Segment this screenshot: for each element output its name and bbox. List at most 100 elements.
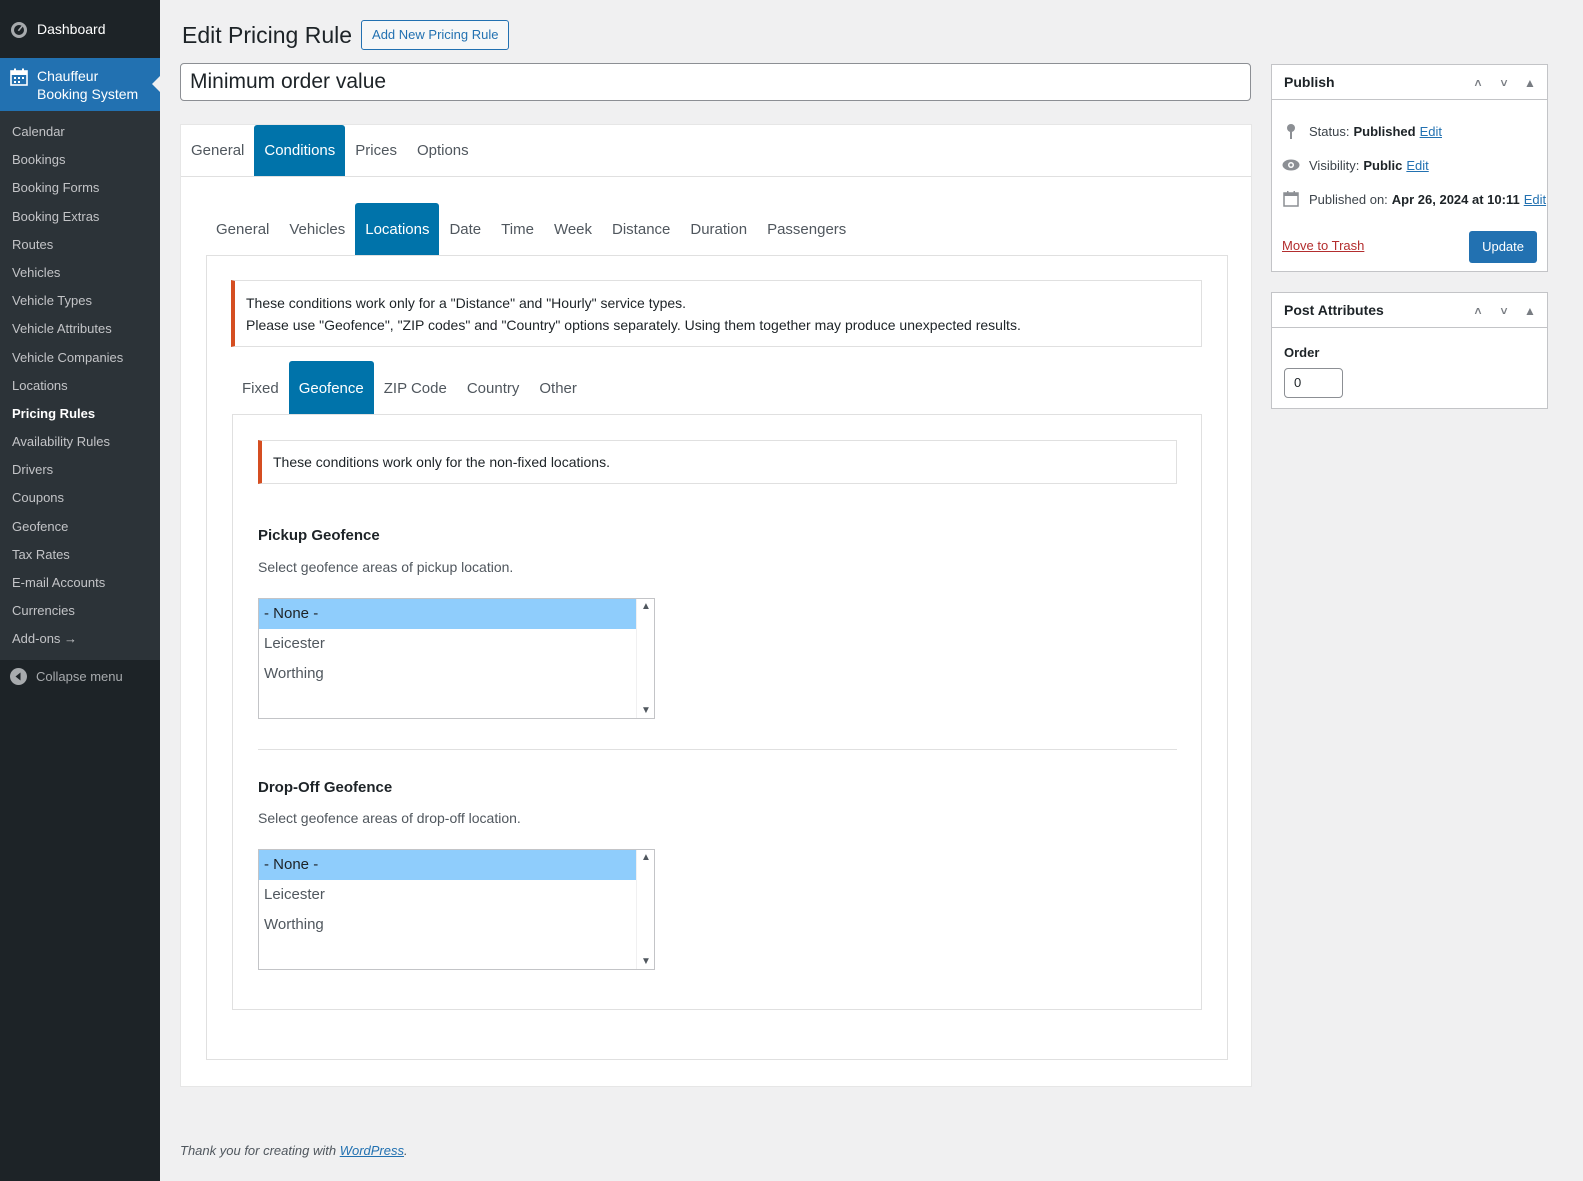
move-up-icon[interactable]: ˄ — [1465, 304, 1491, 318]
wordpress-link[interactable]: WordPress — [340, 1143, 404, 1158]
current-menu-arrow — [152, 76, 160, 92]
submenu-calendar[interactable]: Calendar — [0, 118, 160, 146]
notice-line-2: Please use "Geofence", "ZIP codes" and "… — [246, 317, 1021, 333]
dropoff-scrollbar[interactable]: ▲ ▼ — [636, 850, 654, 969]
submenu-coupons[interactable]: Coupons — [0, 484, 160, 512]
tab-cond-date[interactable]: Date — [439, 203, 491, 256]
tab-cond-vehicles[interactable]: Vehicles — [279, 203, 355, 256]
condition-tabs: General Vehicles Locations Date Time Wee… — [206, 203, 856, 256]
tab-loc-country[interactable]: Country — [457, 361, 530, 415]
post-title-input[interactable]: Minimum order value — [180, 63, 1251, 101]
submenu-routes[interactable]: Routes — [0, 231, 160, 259]
dropoff-option-worthing[interactable]: Worthing — [259, 910, 636, 940]
pickup-geofence-desc: Select geofence areas of pickup location… — [258, 559, 514, 575]
update-button[interactable]: Update — [1469, 231, 1537, 263]
box-controls: ˄ ˅ ▲ — [1465, 65, 1543, 100]
tab-cond-week[interactable]: Week — [544, 203, 602, 256]
submenu-add-ons[interactable]: Add-ons → — [0, 625, 160, 653]
dropoff-geofence-select[interactable]: - None - Leicester Worthing ▲ ▼ — [258, 849, 655, 970]
menu-chauffeur-booking[interactable]: Chauffeur Booking System — [0, 58, 160, 111]
section-divider — [258, 749, 1177, 750]
edit-visibility-link[interactable]: Edit — [1406, 158, 1428, 173]
submenu-drivers[interactable]: Drivers — [0, 456, 160, 484]
tab-cond-passengers[interactable]: Passengers — [757, 203, 856, 256]
dashboard-icon — [10, 20, 28, 38]
submenu-geofence[interactable]: Geofence — [0, 513, 160, 541]
scroll-down-icon[interactable]: ▼ — [641, 705, 651, 716]
page-header: Edit Pricing Rule Add New Pricing Rule — [182, 20, 510, 50]
tab-cond-time[interactable]: Time — [491, 203, 544, 256]
submenu-booking-extras[interactable]: Booking Extras — [0, 203, 160, 231]
submenu-vehicle-types[interactable]: Vehicle Types — [0, 287, 160, 315]
pin-icon — [1282, 123, 1300, 139]
pickup-option-none[interactable]: - None - — [259, 599, 636, 629]
submenu-email-accounts[interactable]: E-mail Accounts — [0, 569, 160, 597]
pickup-option-leicester[interactable]: Leicester — [259, 629, 636, 659]
calendar-icon — [10, 68, 28, 86]
collapse-icon — [10, 668, 27, 686]
submenu-locations[interactable]: Locations — [0, 372, 160, 400]
box-controls: ˄ ˅ ▲ — [1465, 293, 1543, 328]
add-new-pricing-rule-button[interactable]: Add New Pricing Rule — [361, 20, 510, 50]
admin-footer: Thank you for creating with WordPress. — [180, 1143, 408, 1158]
scroll-up-icon[interactable]: ▲ — [641, 601, 651, 612]
tab-general[interactable]: General — [181, 125, 254, 176]
order-input[interactable]: 0 — [1284, 368, 1343, 398]
submenu-tax-rates[interactable]: Tax Rates — [0, 541, 160, 569]
dropoff-option-leicester[interactable]: Leicester — [259, 880, 636, 910]
dropoff-geofence-title: Drop-Off Geofence — [258, 779, 393, 796]
post-attributes-header: Post Attributes ˄ ˅ ▲ — [1272, 293, 1547, 328]
menu-dashboard[interactable]: Dashboard — [0, 0, 160, 58]
eye-icon — [1282, 159, 1300, 171]
tab-loc-geofence[interactable]: Geofence — [288, 361, 374, 415]
main-content: Edit Pricing Rule Add New Pricing Rule M… — [180, 0, 1560, 1181]
tab-options[interactable]: Options — [407, 125, 479, 176]
pickup-option-worthing[interactable]: Worthing — [259, 659, 636, 689]
tab-loc-other[interactable]: Other — [529, 361, 587, 415]
tab-cond-general[interactable]: General — [206, 203, 279, 256]
location-tabs: Fixed Geofence ZIP Code Country Other — [232, 361, 587, 415]
move-to-trash-link[interactable]: Move to Trash — [1282, 238, 1364, 253]
publish-box: Publish ˄ ˅ ▲ Status: Published Edit Vis… — [1271, 64, 1548, 272]
publish-actions: Move to Trash Update — [1272, 224, 1547, 271]
edit-status-link[interactable]: Edit — [1420, 124, 1442, 139]
calendar-small-icon — [1282, 191, 1300, 207]
submenu-booking-forms[interactable]: Booking Forms — [0, 174, 160, 202]
move-down-icon[interactable]: ˅ — [1491, 304, 1517, 318]
submenu-currencies[interactable]: Currencies — [0, 597, 160, 625]
tab-cond-distance[interactable]: Distance — [602, 203, 680, 256]
pickup-geofence-title: Pickup Geofence — [258, 527, 380, 544]
published-on-row: Published on: Apr 26, 2024 at 10:11 Edit — [1272, 182, 1547, 216]
submenu-vehicle-companies[interactable]: Vehicle Companies — [0, 344, 160, 372]
toggle-panel-icon[interactable]: ▲ — [1517, 76, 1543, 90]
move-down-icon[interactable]: ˅ — [1491, 76, 1517, 90]
submenu-bookings[interactable]: Bookings — [0, 146, 160, 174]
visibility-row: Visibility: Public Edit — [1272, 148, 1547, 182]
pickup-geofence-select[interactable]: - None - Leicester Worthing ▲ ▼ — [258, 598, 655, 719]
pickup-scrollbar[interactable]: ▲ ▼ — [636, 599, 654, 718]
submenu-availability-rules[interactable]: Availability Rules — [0, 428, 160, 456]
toggle-panel-icon[interactable]: ▲ — [1517, 304, 1543, 318]
tab-prices[interactable]: Prices — [345, 125, 407, 176]
scroll-up-icon[interactable]: ▲ — [641, 852, 651, 863]
dropoff-geofence-desc: Select geofence areas of drop-off locati… — [258, 810, 521, 826]
tab-cond-locations[interactable]: Locations — [355, 203, 440, 256]
edit-date-link[interactable]: Edit — [1524, 192, 1546, 207]
submenu-pricing-rules[interactable]: Pricing Rules — [0, 400, 160, 428]
scroll-down-icon[interactable]: ▼ — [641, 956, 651, 967]
submenu-vehicle-attributes[interactable]: Vehicle Attributes — [0, 315, 160, 343]
locations-panel: These conditions work only for a "Distan… — [206, 255, 1228, 1060]
tab-loc-fixed[interactable]: Fixed — [232, 361, 289, 415]
collapse-menu-button[interactable]: Collapse menu — [0, 660, 160, 694]
submenu-vehicles[interactable]: Vehicles — [0, 259, 160, 287]
menu-chauffeur-label: Chauffeur Booking System — [37, 68, 139, 102]
order-label: Order — [1284, 345, 1320, 360]
tab-conditions[interactable]: Conditions — [254, 125, 346, 176]
tab-cond-duration[interactable]: Duration — [680, 203, 757, 256]
admin-sidebar: Dashboard Chauffeur Booking System Calend… — [0, 0, 160, 1181]
service-type-notice: These conditions work only for a "Distan… — [231, 280, 1202, 347]
dropoff-option-none[interactable]: - None - — [259, 850, 636, 880]
move-up-icon[interactable]: ˄ — [1465, 76, 1491, 90]
plugin-submenu: Calendar Bookings Booking Forms Booking … — [0, 111, 160, 660]
tab-loc-zip-code[interactable]: ZIP Code — [374, 361, 457, 415]
